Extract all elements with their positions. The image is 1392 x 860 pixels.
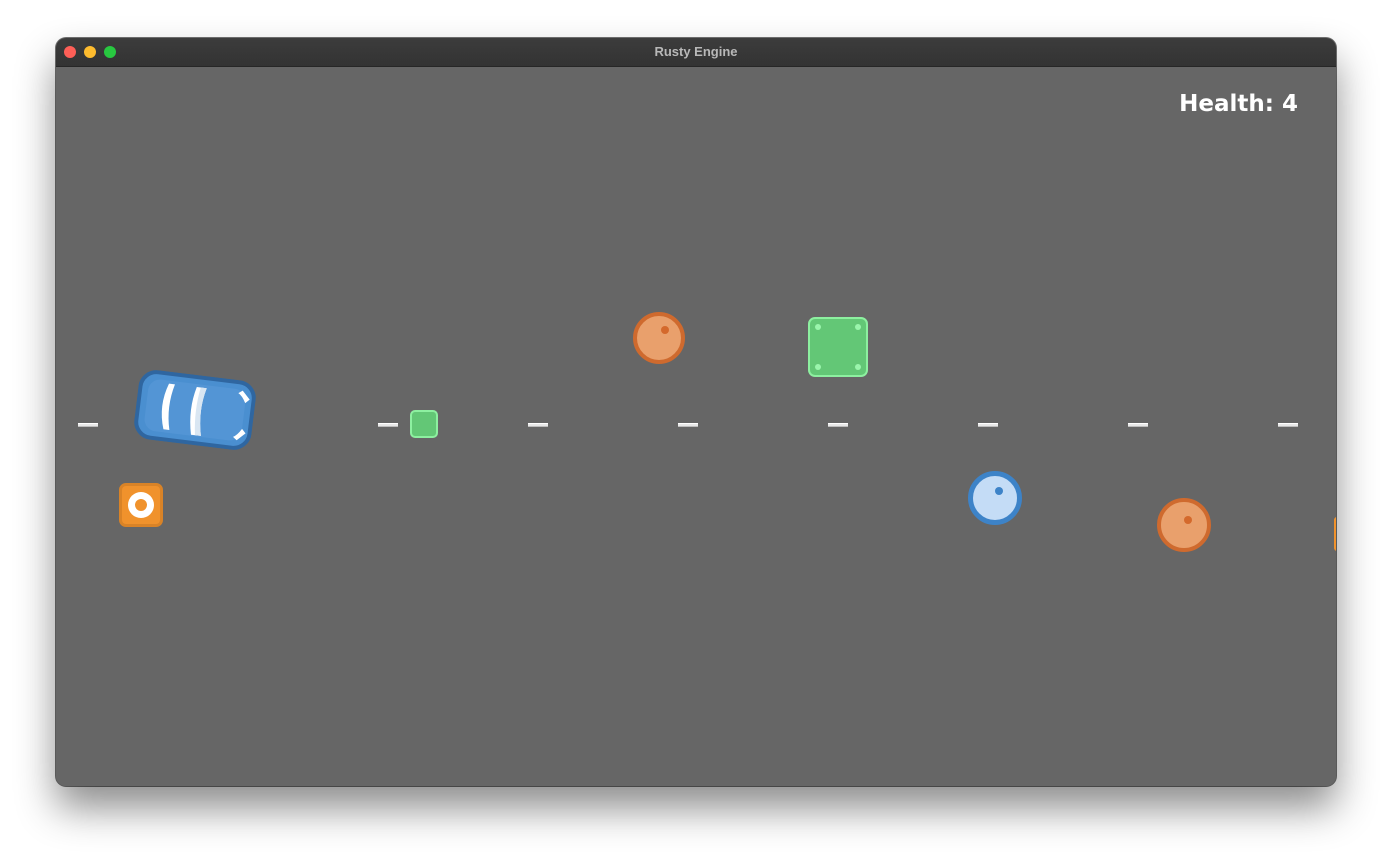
lane-marker [1278, 423, 1298, 427]
rivet [855, 324, 861, 330]
lane-marker [978, 423, 998, 427]
blue-car-icon [134, 370, 256, 450]
barrel-icon [633, 312, 685, 364]
lane-marker [78, 423, 98, 427]
barrel-icon [1157, 498, 1211, 552]
barrel-dot [995, 487, 1003, 495]
lane-marker [528, 423, 548, 427]
ring-core [135, 499, 147, 511]
rivet [855, 364, 861, 370]
lane-marker [1128, 423, 1148, 427]
health-display: Health: 4 [1179, 91, 1298, 117]
crate-icon [808, 317, 868, 377]
barrel-dot [1184, 516, 1192, 524]
cone-box-icon [119, 483, 163, 527]
lane-marker [678, 423, 698, 427]
game-canvas[interactable]: Health: 4 [56, 67, 1336, 786]
crate-icon [410, 410, 438, 438]
rivet [815, 364, 821, 370]
window-title: Rusty Engine [654, 44, 738, 59]
rivet [815, 324, 821, 330]
barrel-icon [968, 471, 1022, 525]
game-window: Rusty Engine Health: 4 [56, 38, 1336, 786]
lane-marker [378, 423, 398, 427]
title-bar[interactable]: Rusty Engine [56, 38, 1336, 67]
offscreen-object [1334, 517, 1336, 551]
barrel-dot [661, 326, 669, 334]
lane-marker [828, 423, 848, 427]
